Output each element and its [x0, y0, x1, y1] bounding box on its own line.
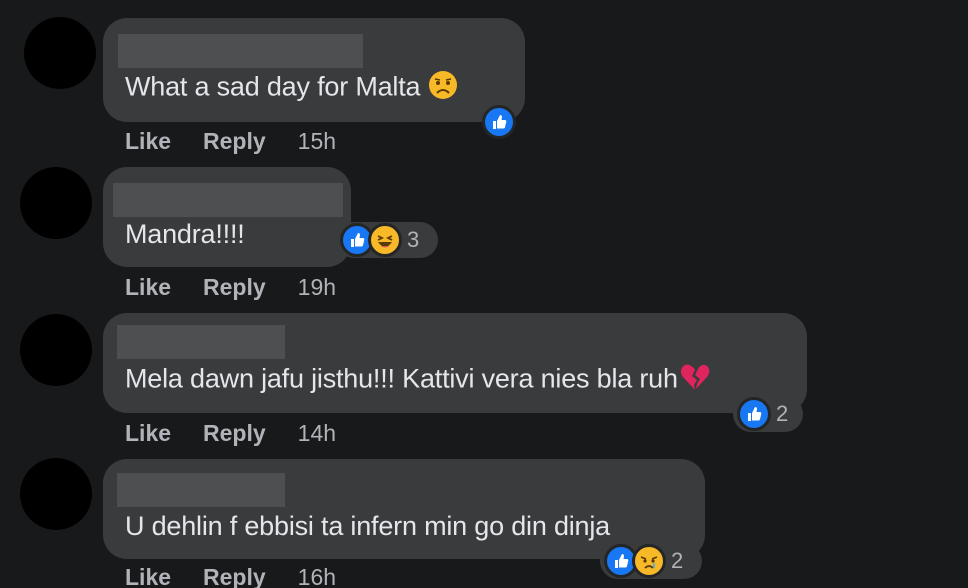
avatar[interactable] — [20, 314, 92, 386]
reply-button[interactable]: Reply — [203, 420, 266, 447]
comment-text-line: What a sad day for Malta — [125, 70, 458, 107]
reaction-summary[interactable]: 2 — [733, 396, 803, 432]
avatar[interactable] — [20, 458, 92, 530]
reaction-count: 2 — [776, 401, 789, 426]
comment-text: Mandra!!!! — [125, 219, 245, 249]
comment-text: What a sad day for Malta — [125, 71, 421, 102]
comment-text-line: Mela dawn jafu jisthu!!! Kattivi vera ni… — [125, 363, 710, 398]
avatar[interactable] — [24, 17, 96, 89]
reaction-count: 2 — [671, 548, 684, 573]
comment-item: Mela dawn jafu jisthu!!! Kattivi vera ni… — [0, 300, 968, 450]
redacted-author-name[interactable] — [117, 325, 285, 359]
haha-reaction-icon — [368, 223, 402, 257]
like-reaction-icon — [482, 105, 516, 139]
reaction-summary[interactable]: 2 — [600, 543, 702, 579]
comment-actions: Like Reply 19h — [125, 274, 336, 301]
comment-text: Mela dawn jafu jisthu!!! Kattivi vera ni… — [125, 363, 678, 394]
reaction-summary[interactable] — [478, 104, 522, 140]
sad-reaction-icon — [632, 544, 666, 578]
reply-button[interactable]: Reply — [203, 274, 266, 301]
avatar[interactable] — [20, 167, 92, 239]
comment-actions: Like Reply 16h — [125, 564, 336, 588]
broken-heart-emoji-icon — [680, 363, 710, 398]
timestamp[interactable]: 19h — [298, 274, 336, 301]
like-button[interactable]: Like — [125, 420, 171, 447]
comment-item: Mandra!!!! 3 Like Reply 19h — [0, 150, 968, 300]
comment-bubble: Mela dawn jafu jisthu!!! Kattivi vera ni… — [103, 313, 807, 413]
comment-bubble: What a sad day for Malta — [103, 18, 525, 122]
sad-face-emoji-icon — [428, 70, 458, 107]
comment-bubble: Mandra!!!! — [103, 167, 351, 267]
like-button[interactable]: Like — [125, 564, 171, 588]
timestamp[interactable]: 14h — [298, 420, 336, 447]
like-button[interactable]: Like — [125, 274, 171, 301]
reaction-summary[interactable]: 3 — [336, 222, 438, 258]
redacted-author-name[interactable] — [113, 183, 343, 217]
like-reaction-icon — [737, 397, 771, 431]
comment-text: U dehlin f ebbisi ta infern min go din d… — [125, 511, 610, 541]
comment-item: What a sad day for Malta Like Reply 15h — [0, 0, 968, 154]
comment-item: U dehlin f ebbisi ta infern min go din d… — [0, 450, 968, 588]
comment-feed: What a sad day for Malta Like Reply 15h … — [0, 0, 968, 588]
reply-button[interactable]: Reply — [203, 564, 266, 588]
redacted-author-name[interactable] — [117, 473, 285, 507]
redacted-author-name[interactable] — [118, 34, 363, 68]
reaction-count: 3 — [407, 227, 420, 252]
comment-actions: Like Reply 14h — [125, 420, 336, 447]
timestamp[interactable]: 16h — [298, 564, 336, 588]
